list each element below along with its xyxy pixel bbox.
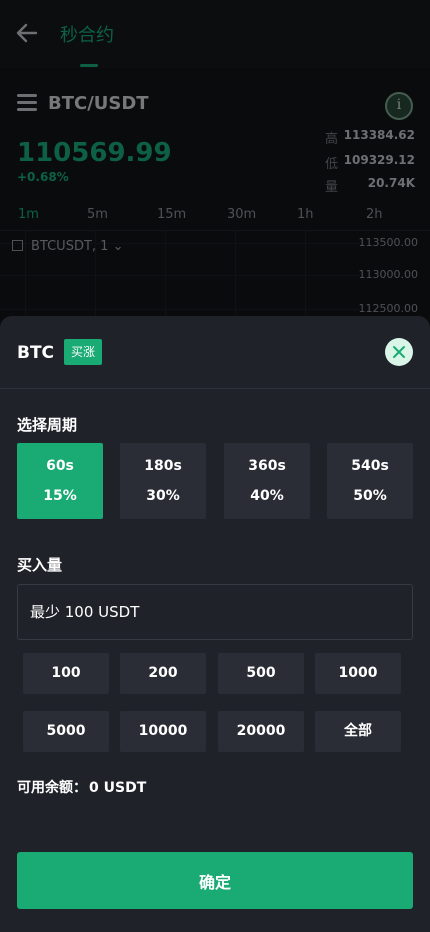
amount-chip-5000[interactable]: 5000 [23,711,109,752]
amount-label: 买入量 [17,556,63,574]
amount-chip-500[interactable]: 500 [218,653,304,694]
period-option-540s[interactable]: 540s 50% [327,443,413,519]
amount-chip-200[interactable]: 200 [120,653,206,694]
amount-chip-20000[interactable]: 20000 [218,711,304,752]
amount-chip-1000[interactable]: 1000 [315,653,401,694]
period-option-60s[interactable]: 60s 15% [17,443,103,519]
period-option-360s[interactable]: 360s 40% [224,443,310,519]
confirm-button[interactable]: 确定 [17,852,413,909]
close-icon [393,346,405,358]
period-label: 选择周期 [17,416,78,434]
amount-chip-10000[interactable]: 10000 [120,711,206,752]
order-symbol: BTC [17,343,55,363]
direction-badge: 买涨 [64,339,103,365]
order-sheet: BTC 买涨 选择周期 60s 15% 180s 30% 360s 40% 54… [0,316,430,932]
amount-chip-all[interactable]: 全部 [315,711,401,752]
sheet-header: BTC 买涨 [0,316,430,389]
close-button[interactable] [385,338,413,366]
balance-label: 可用余额： [17,780,87,796]
period-option-180s[interactable]: 180s 30% [120,443,206,519]
amount-chip-100[interactable]: 100 [23,653,109,694]
available-balance: 可用余额： 0 USDT [17,777,146,797]
balance-value: 0 USDT [89,780,147,796]
amount-input[interactable] [17,584,413,640]
